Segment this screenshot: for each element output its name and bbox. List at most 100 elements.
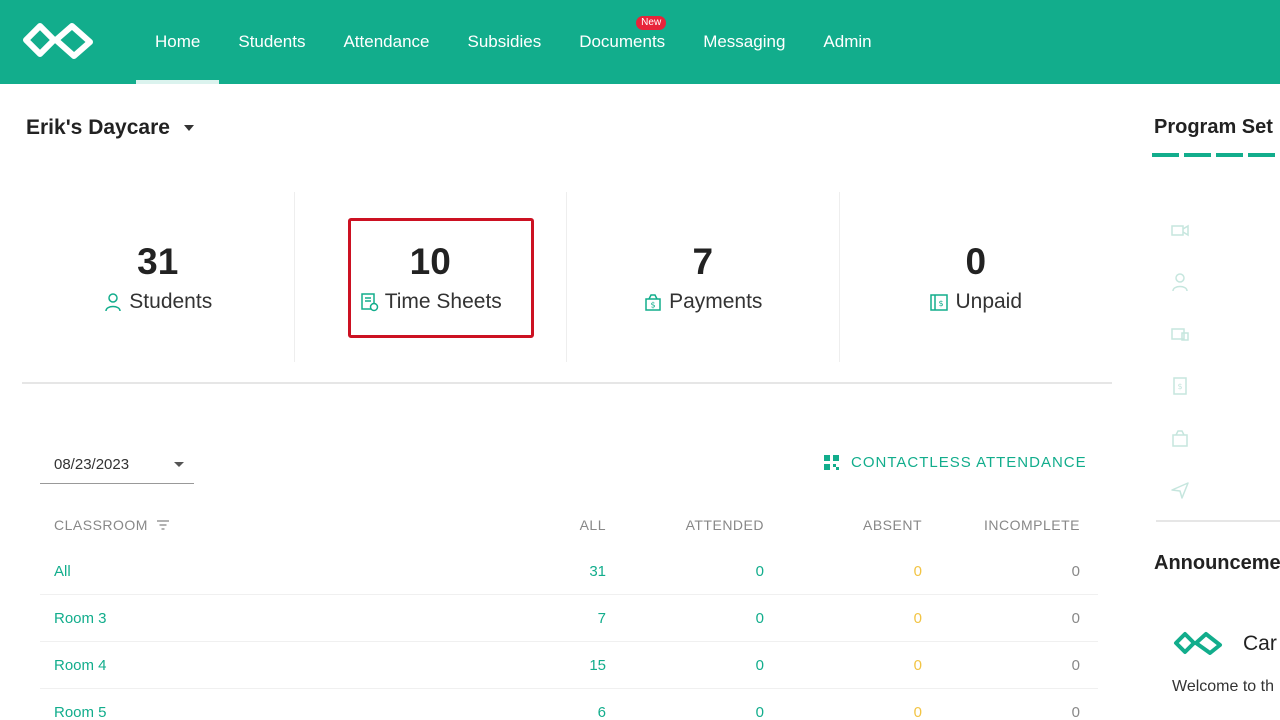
panel-divider [1156, 520, 1280, 522]
stat-label: Time Sheets [384, 290, 502, 313]
table-row[interactable]: All 31 0 0 0 [40, 548, 1098, 595]
stat-label: Unpaid [955, 290, 1023, 313]
setup-item-invite[interactable] [1170, 464, 1190, 516]
stat-value: 31 [137, 241, 179, 282]
caret-down-icon [183, 125, 194, 131]
column-header: ABSENT [862, 517, 922, 533]
date-picker[interactable]: 08/23/2023 [40, 446, 194, 484]
classroom-name[interactable]: All [40, 563, 444, 580]
nav-students-label: Students [238, 32, 306, 51]
svg-text:$: $ [1177, 382, 1182, 391]
table-row[interactable]: Room 5 6 0 0 0 [40, 689, 1098, 720]
count-incomplete: 0 [1071, 562, 1080, 580]
new-badge: New [636, 16, 667, 30]
count-absent: 0 [913, 562, 922, 580]
nav-admin[interactable]: Admin [804, 0, 890, 84]
program-setup-title: Program Set [1154, 116, 1273, 138]
stat-payments[interactable]: 7 $ Payments [567, 192, 840, 362]
timesheet-icon [360, 293, 378, 312]
stat-time-sheets[interactable]: 10 Time Sheets [295, 192, 567, 362]
table-row[interactable]: Room 3 7 0 0 0 [40, 595, 1098, 642]
stat-label: Students [129, 290, 213, 313]
count-absent: 0 [913, 703, 922, 720]
attendance-table: CLASSROOM ALL ATTENDED ABSENT INCOMPLETE… [40, 502, 1098, 720]
qr-code-icon [824, 455, 839, 470]
nav-home[interactable]: Home [136, 0, 220, 84]
count-absent: 0 [913, 609, 922, 627]
device-icon [1171, 328, 1189, 341]
nav-subsidies[interactable]: Subsidies [448, 0, 560, 84]
contactless-label: CONTACTLESS ATTENDANCE [851, 454, 1087, 471]
column-header: CLASSROOM [54, 517, 148, 533]
stat-students[interactable]: 31 Students [22, 192, 295, 362]
column-header: ATTENDED [685, 517, 764, 533]
announcement-sender: Car [1243, 632, 1277, 655]
count-absent: 0 [913, 656, 922, 674]
classroom-name[interactable]: Room 3 [40, 610, 444, 627]
table-header: CLASSROOM ALL ATTENDED ABSENT INCOMPLETE [40, 502, 1098, 548]
column-header: INCOMPLETE [983, 517, 1080, 533]
count-all: 31 [589, 562, 606, 580]
column-classroom[interactable]: CLASSROOM [40, 517, 444, 533]
payment-bag-icon [1172, 430, 1188, 447]
right-panel: Program Set $ Announceme Car Welcome to … [1140, 84, 1280, 720]
table-row[interactable]: Room 4 15 0 0 0 [40, 642, 1098, 689]
setup-item-payments[interactable] [1170, 412, 1190, 464]
setup-item-student[interactable] [1170, 256, 1190, 308]
classroom-name[interactable]: Room 4 [40, 657, 444, 674]
column-header: ALL [579, 517, 606, 533]
nav-subsidies-label: Subsidies [467, 32, 542, 51]
count-all: 6 [597, 703, 606, 720]
stat-unpaid[interactable]: 0 $ Unpaid [840, 192, 1113, 362]
count-all: 7 [597, 609, 606, 627]
app-logo-icon[interactable] [18, 20, 98, 60]
section-divider [22, 382, 1112, 384]
setup-item-paid[interactable]: $ [1170, 360, 1190, 412]
count-attended: 0 [755, 656, 764, 674]
count-all: 15 [589, 656, 606, 674]
setup-item-video[interactable] [1170, 204, 1190, 256]
receipt-icon: $ [1173, 377, 1187, 395]
payment-bag-icon: $ [645, 294, 661, 311]
top-navigation-bar: Home Students Attendance Subsidies Docum… [0, 0, 1280, 84]
nav-attendance[interactable]: Attendance [324, 0, 448, 84]
count-attended: 0 [755, 609, 764, 627]
setup-item-access[interactable] [1170, 308, 1190, 360]
org-name: Erik's Daycare [26, 116, 170, 139]
count-attended: 0 [755, 562, 764, 580]
setup-progress [1152, 153, 1280, 157]
nav-students[interactable]: Students [219, 0, 324, 84]
announcement-text: Welcome to th [1172, 678, 1274, 695]
setup-list: $ [1170, 204, 1190, 516]
nav-messaging[interactable]: Messaging [684, 0, 804, 84]
person-icon [1172, 273, 1188, 292]
org-selector[interactable]: Erik's Daycare [26, 116, 194, 140]
nav-attendance-label: Attendance [343, 32, 430, 51]
announcements-title: Announceme [1154, 552, 1280, 574]
count-incomplete: 0 [1071, 703, 1080, 720]
contactless-attendance-button[interactable]: CONTACTLESS ATTENDANCE [824, 454, 1087, 471]
stat-label: Payments [669, 290, 763, 313]
count-attended: 0 [755, 703, 764, 720]
invoice-icon: $ [930, 294, 949, 311]
nav-home-label: Home [155, 32, 201, 51]
count-incomplete: 0 [1071, 656, 1080, 674]
stat-value: 0 [965, 241, 987, 282]
brand-logo-icon [1174, 632, 1222, 655]
classroom-name[interactable]: Room 5 [40, 704, 444, 720]
svg-text:$: $ [939, 299, 944, 308]
nav-messaging-label: Messaging [703, 32, 786, 51]
filter-icon[interactable] [156, 519, 170, 531]
nav-admin-label: Admin [823, 32, 872, 51]
video-icon [1171, 224, 1189, 237]
caret-down-icon [174, 462, 184, 467]
date-value: 08/23/2023 [54, 456, 130, 473]
person-icon [105, 293, 122, 312]
stat-value: 7 [692, 241, 714, 282]
nav-documents[interactable]: Documents New [560, 0, 684, 84]
main-nav: Home Students Attendance Subsidies Docum… [136, 0, 891, 84]
svg-text:$: $ [651, 301, 656, 310]
send-icon [1171, 482, 1189, 499]
nav-documents-label: Documents [579, 32, 666, 51]
stats-row: 31 Students 10 Time Sheets 7 $ Payments … [22, 192, 1112, 362]
